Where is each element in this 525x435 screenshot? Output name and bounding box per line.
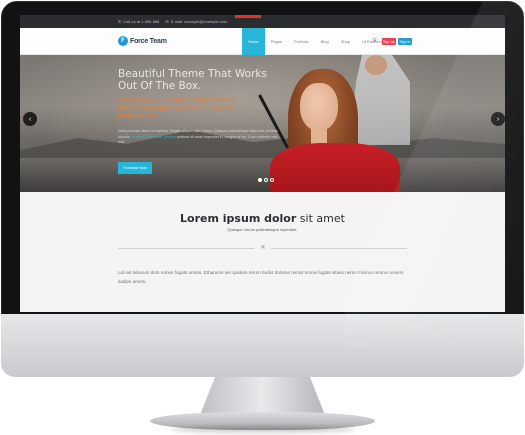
email-contact[interactable]: ✉ E-mail: example@example.com — [165, 19, 227, 24]
nav-item-blog[interactable]: Blog — [315, 28, 335, 55]
chevron-left-icon: ‹ — [28, 115, 32, 123]
nav-item-home[interactable]: Home — [242, 28, 265, 55]
hero-water — [20, 158, 505, 192]
nav-item-portfolio[interactable]: Portfolio — [288, 28, 315, 55]
envelope-icon: ✉ — [165, 19, 169, 24]
monitor-stand-shadow — [170, 426, 355, 433]
hero-woman-blouse — [270, 143, 400, 192]
hero-subtitle: Force Team is a beautiful Wrapbootstrap … — [118, 97, 237, 120]
slider-dots — [258, 178, 276, 182]
slider-dot-1[interactable] — [258, 178, 262, 182]
top-contact-bar: ✆ Call us at 1-555-888 ✉ E-mail: example… — [20, 15, 505, 28]
slider-prev-button[interactable]: ‹ — [23, 112, 37, 126]
slider-dot-2[interactable] — [264, 178, 268, 182]
website-screen: ✆ Call us at 1-555-888 ✉ E-mail: example… — [20, 15, 505, 312]
hero-slider: Beautiful Theme That Works Out Of The Bo… — [20, 55, 505, 192]
intro-section: Lorem ipsum dolor sit amet Quisque rutru… — [20, 192, 505, 312]
hero-body-link[interactable]: Aliquam ante tellus, pretium — [131, 135, 175, 139]
nav-menu: Home Pages Portfolio Blog Shop UI Elemen… — [242, 28, 390, 55]
hero-man-head — [365, 55, 387, 75]
logo-mark-icon: F — [118, 36, 128, 46]
star-icon: ★ — [259, 244, 267, 251]
sign-in-button[interactable]: Sign In — [398, 38, 412, 45]
search-icon[interactable]: ⚲ — [373, 38, 377, 44]
section-paragraph: Lid est laborum dolo rumes fugats untras… — [118, 270, 404, 284]
nav-item-pages[interactable]: Pages — [265, 28, 288, 55]
section-title: Lorem ipsum dolor sit amet — [20, 212, 505, 225]
hero-woman-face — [300, 83, 338, 131]
phone-icon: ✆ — [118, 19, 122, 24]
logo-text: Force Team — [130, 37, 167, 45]
divider-left — [118, 248, 254, 249]
phone-text: Call us at 1-555-888 — [123, 19, 160, 24]
email-text: E-mail: example@example.com — [170, 19, 228, 24]
monitor-stand-neck — [200, 377, 325, 415]
hero-title: Beautiful Theme That Works Out Of The Bo… — [118, 68, 267, 92]
divider-right — [271, 248, 407, 249]
phone-contact[interactable]: ✆ Call us at 1-555-888 — [118, 19, 159, 24]
hero-body: Nulla pulvinar, libero id dapibus, fring… — [118, 129, 278, 146]
section-title-rest: sit amet — [296, 212, 345, 225]
chevron-right-icon: › — [496, 115, 500, 123]
sign-up-button[interactable]: Sign Up — [382, 38, 396, 45]
slider-dot-3[interactable] — [270, 178, 274, 182]
main-navbar: F Force Team Home Pages Portfolio Blog S… — [20, 28, 505, 55]
site-logo[interactable]: F Force Team — [118, 36, 167, 46]
top-accent-tab — [235, 15, 261, 18]
nav-item-shop[interactable]: Shop — [335, 28, 356, 55]
monitor-chin — [1, 314, 524, 377]
section-subtitle: Quisque rutrum pellentesque imperdiet. — [227, 227, 298, 232]
section-title-bold: Lorem ipsum dolor — [180, 212, 297, 225]
slider-next-button[interactable]: › — [491, 112, 505, 126]
purchase-now-button[interactable]: Purchase Now — [118, 162, 152, 174]
